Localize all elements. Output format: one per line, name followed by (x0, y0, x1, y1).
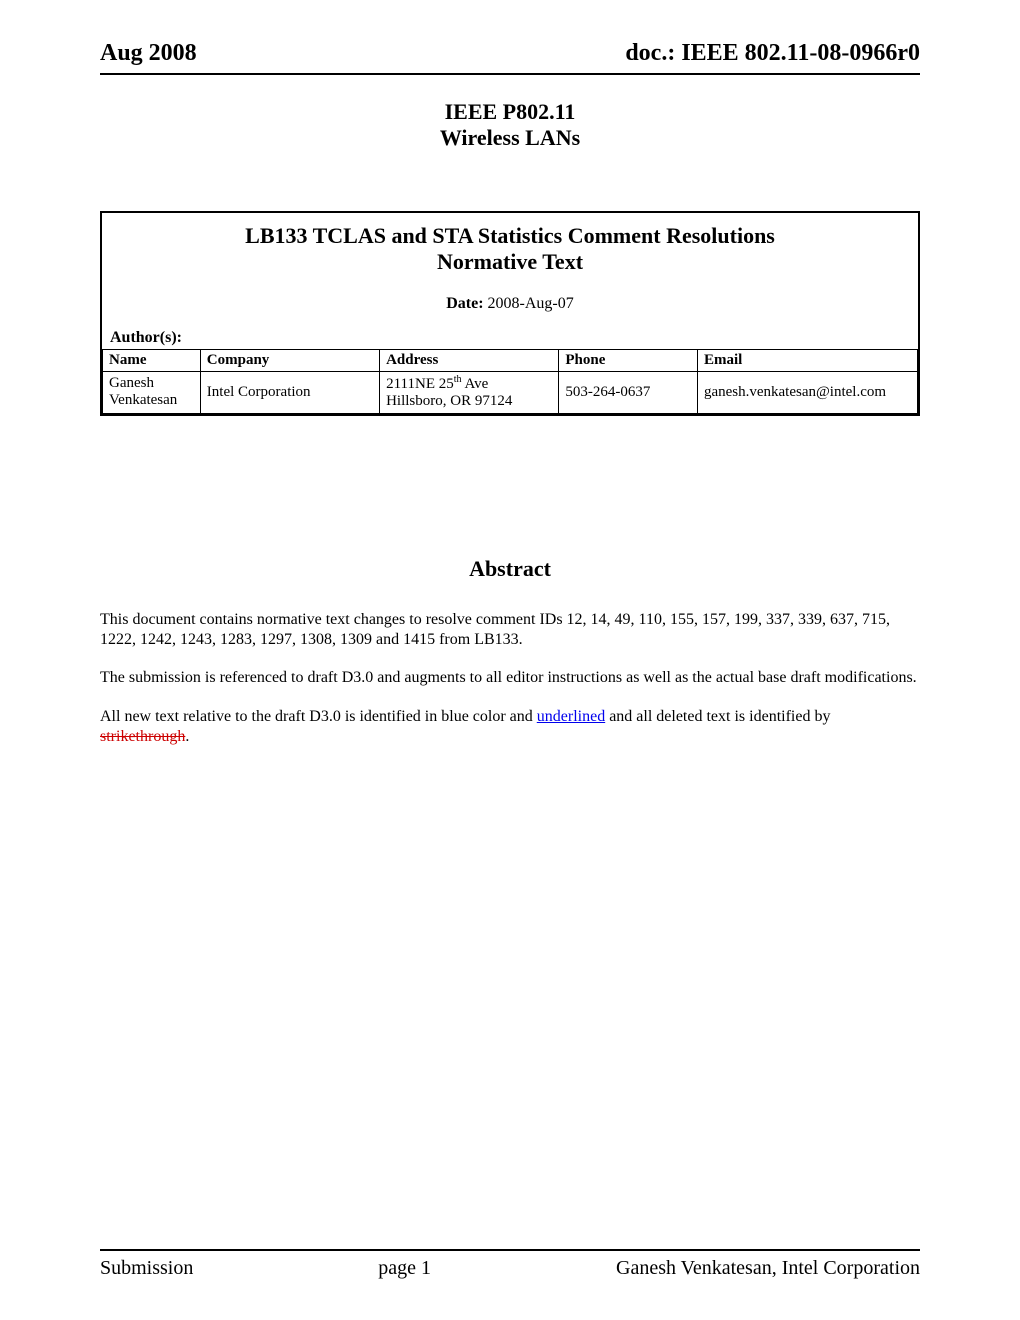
col-address: Address (380, 350, 559, 372)
col-phone: Phone (559, 350, 698, 372)
info-box: LB133 TCLAS and STA Statistics Comment R… (100, 211, 920, 416)
author-name: Ganesh Venkatesan (103, 372, 201, 414)
abstract-body: This document contains normative text ch… (100, 610, 920, 748)
document-footer: Submission page 1 Ganesh Venkatesan, Int… (100, 1249, 920, 1280)
footer-center: page 1 (378, 1257, 431, 1280)
address-line1-pre: 2111NE 25 (386, 376, 454, 392)
address-line2: Hillsboro, OR 97124 (386, 393, 512, 409)
box-title-line2: Normative Text (437, 249, 583, 274)
box-title-line1: LB133 TCLAS and STA Statistics Comment R… (245, 223, 775, 248)
author-company: Intel Corporation (200, 372, 379, 414)
date-value: 2008-Aug-07 (484, 295, 574, 312)
page-title: IEEE P802.11 Wireless LANs (100, 99, 920, 151)
table-header-row: Name Company Address Phone Email (103, 350, 918, 372)
author-phone: 503-264-0637 (559, 372, 698, 414)
footer-left: Submission (100, 1257, 193, 1280)
authors-label: Author(s): (102, 325, 918, 349)
col-email: Email (697, 350, 917, 372)
p3-post: . (185, 728, 189, 745)
underlined-text: underlined (537, 708, 605, 725)
date-label: Date: (446, 295, 483, 312)
abstract-p3: All new text relative to the draft D3.0 … (100, 707, 920, 748)
footer-right: Ganesh Venkatesan, Intel Corporation (616, 1257, 920, 1280)
col-name: Name (103, 350, 201, 372)
document-header: Aug 2008 doc.: IEEE 802.11-08-0966r0 (100, 40, 920, 75)
box-title: LB133 TCLAS and STA Statistics Comment R… (102, 213, 918, 289)
author-address: 2111NE 25th Ave Hillsboro, OR 97124 (380, 372, 559, 414)
authors-table: Name Company Address Phone Email Ganesh … (102, 349, 918, 414)
header-date: Aug 2008 (100, 40, 197, 67)
abstract-p2: The submission is referenced to draft D3… (100, 668, 920, 688)
strikethrough-text: strikethrough (100, 728, 185, 745)
title-line1: IEEE P802.11 (100, 99, 920, 125)
address-line1-post: Ave (462, 376, 489, 392)
col-company: Company (200, 350, 379, 372)
author-email: ganesh.venkatesan@intel.com (697, 372, 917, 414)
title-line2: Wireless LANs (100, 125, 920, 151)
header-docid: doc.: IEEE 802.11-08-0966r0 (625, 40, 920, 67)
abstract-heading: Abstract (100, 556, 920, 582)
abstract-p1: This document contains normative text ch… (100, 610, 920, 651)
table-row: Ganesh Venkatesan Intel Corporation 2111… (103, 372, 918, 414)
address-line1-sup: th (454, 374, 462, 385)
date-row: Date: 2008-Aug-07 (102, 289, 918, 325)
p3-mid: and all deleted text is identified by (605, 708, 830, 725)
p3-pre: All new text relative to the draft D3.0 … (100, 708, 537, 725)
